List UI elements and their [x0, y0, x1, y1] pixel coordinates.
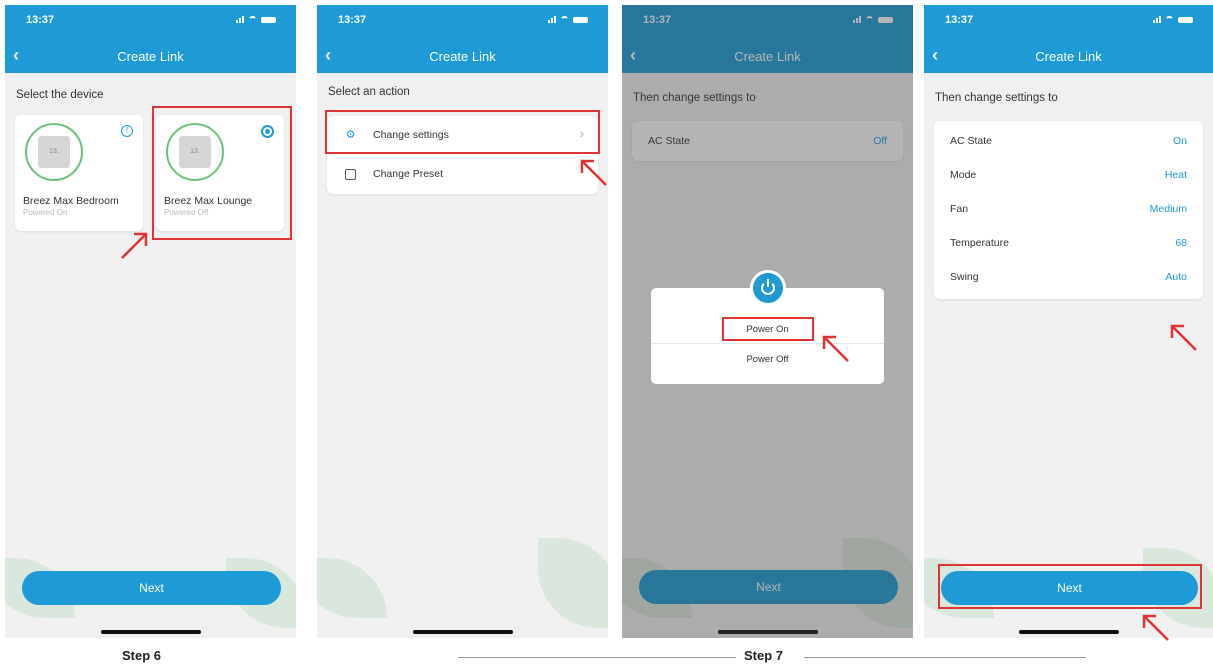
- battery-icon: [573, 17, 588, 23]
- signal-icon: [548, 16, 556, 23]
- setting-row-swing[interactable]: Swing Auto: [934, 260, 1203, 294]
- setting-row-mode[interactable]: Mode Heat: [934, 158, 1203, 192]
- setting-value: Medium: [1149, 203, 1187, 215]
- setting-label: Temperature: [950, 237, 1009, 249]
- setting-value: 68: [1175, 237, 1187, 249]
- section-heading: Then change settings to: [935, 92, 1058, 104]
- device-status: Powered On: [23, 208, 68, 217]
- phone-screen-select-device: 13:37 ‹ Create Link Select the device 13…: [5, 5, 296, 638]
- setting-row-fan[interactable]: Fan Medium: [934, 192, 1203, 226]
- status-time: 13:37: [26, 14, 55, 26]
- nav-bar: ‹ Create Link: [317, 39, 608, 73]
- setting-row-ac-state[interactable]: AC State On: [934, 124, 1203, 158]
- power-icon: [750, 270, 786, 306]
- setting-label: Mode: [950, 169, 977, 181]
- home-indicator: [100, 630, 201, 634]
- device-name: Breez Max Bedroom: [23, 195, 119, 207]
- wifi-icon: [560, 16, 569, 23]
- preset-icon: [343, 167, 358, 182]
- nav-bar: ‹ Create Link: [924, 39, 1213, 73]
- status-bar: 13:37: [5, 5, 296, 39]
- setting-value: Heat: [1164, 169, 1187, 181]
- page-title: Create Link: [1035, 49, 1102, 64]
- setting-value: On: [1172, 135, 1187, 147]
- signal-icon: [1153, 16, 1161, 23]
- highlight-box: [152, 106, 292, 240]
- battery-icon: [261, 17, 276, 23]
- arrow-icon: [580, 159, 607, 186]
- status-time: 13:37: [945, 14, 974, 26]
- arrow-icon: [1170, 324, 1197, 351]
- wifi-icon: [248, 16, 257, 23]
- section-heading: Select an action: [328, 86, 410, 98]
- wifi-icon: [1165, 16, 1174, 23]
- home-indicator: [1018, 630, 1119, 634]
- highlight-box: [325, 110, 600, 154]
- setting-label: AC State: [950, 135, 993, 147]
- home-indicator: [412, 630, 513, 634]
- arrow-icon: [822, 335, 849, 362]
- nav-bar: ‹ Create Link: [5, 39, 296, 73]
- step-divider-line: [458, 657, 736, 658]
- page-title: Create Link: [117, 49, 184, 64]
- step-label-6: Step 6: [122, 648, 162, 663]
- page-title: Create Link: [429, 49, 496, 64]
- highlight-box: [722, 317, 814, 341]
- setting-label: Fan: [950, 203, 969, 215]
- info-icon[interactable]: !: [121, 125, 133, 137]
- arrow-icon: [1142, 614, 1169, 641]
- step-divider-line: [804, 657, 1086, 658]
- section-heading: Select the device: [16, 89, 104, 101]
- thermostat-icon: 13.: [38, 136, 70, 168]
- arrow-icon: [121, 232, 148, 259]
- setting-value: Auto: [1165, 271, 1187, 283]
- signal-icon: [236, 16, 244, 23]
- action-label: Change Preset: [373, 168, 444, 180]
- device-card-bedroom[interactable]: 13. ! Breez Max Bedroom Powered On: [15, 115, 143, 231]
- setting-label: Swing: [950, 271, 979, 283]
- highlight-box: [938, 564, 1202, 609]
- battery-icon: [1178, 17, 1193, 23]
- action-change-preset[interactable]: Change Preset: [327, 155, 598, 194]
- settings-list: AC State On Mode Heat Fan Medium Tempera…: [934, 121, 1203, 299]
- next-button[interactable]: Next: [22, 571, 281, 605]
- step-label-7: Step 7: [744, 648, 784, 663]
- status-bar: 13:37: [317, 5, 608, 39]
- phone-screen-select-action: 13:37 ‹ Create Link Select an action ⚙ C…: [317, 5, 608, 638]
- status-bar: 13:37: [924, 5, 1213, 39]
- device-ring: 13.: [25, 123, 83, 181]
- setting-row-temperature[interactable]: Temperature 68: [934, 226, 1203, 260]
- status-time: 13:37: [338, 14, 367, 26]
